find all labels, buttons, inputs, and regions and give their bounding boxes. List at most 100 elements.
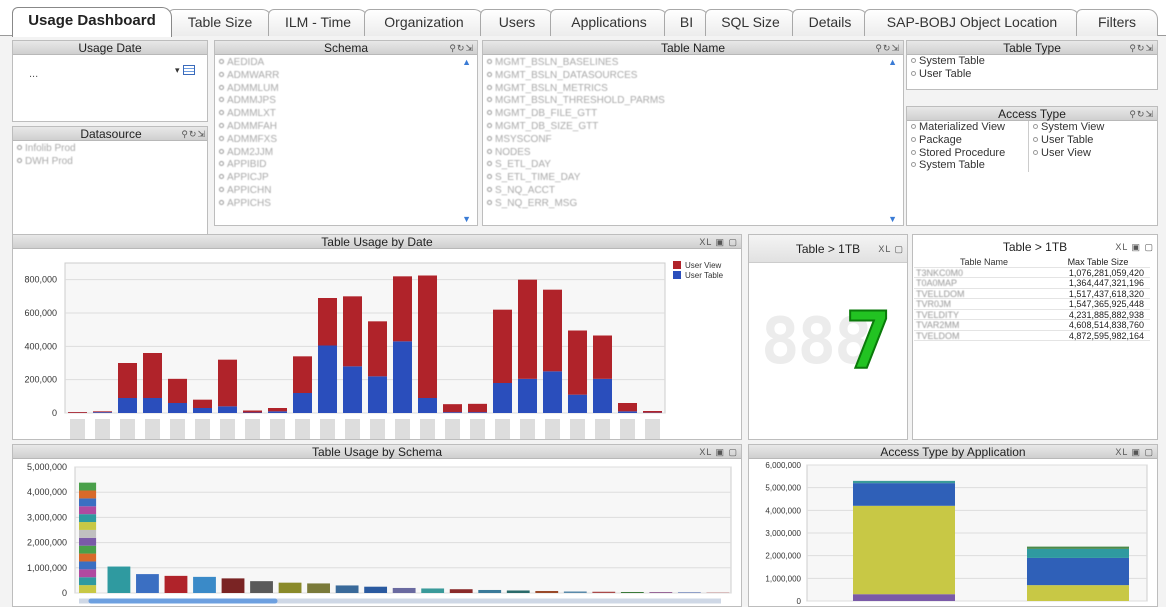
bar-segment[interactable]: [620, 591, 644, 593]
bar-segment[interactable]: [118, 398, 137, 413]
list-item[interactable]: Infolib Prod: [13, 143, 207, 156]
bar-segment[interactable]: [79, 545, 97, 554]
list-item[interactable]: ADMMJPS: [215, 95, 477, 108]
list-item[interactable]: MGMT_BSLN_METRICS: [483, 83, 903, 96]
bar-segment[interactable]: [392, 587, 416, 593]
tab-table-size[interactable]: Table Size: [168, 9, 272, 36]
usage-by-date-chart-box[interactable]: Table Usage by Date XL ▣ ▢ 0 200,000 400,00…: [12, 234, 742, 440]
list-item[interactable]: Materialized View: [907, 121, 1028, 134]
caption-tools-icon[interactable]: ⚲↻⇲: [181, 127, 206, 141]
list-item[interactable]: User Table: [1029, 134, 1157, 147]
bar-segment[interactable]: [250, 581, 273, 593]
bar-segment[interactable]: [853, 483, 955, 506]
list-item[interactable]: ADMWARR: [215, 70, 477, 83]
tab-ilm-time[interactable]: ILM - Time: [268, 9, 368, 36]
bar-segment[interactable]: [468, 403, 487, 413]
caption-tools-icon[interactable]: ⚲↻⇲: [875, 41, 900, 55]
bar-segment[interactable]: [164, 575, 188, 593]
tab-applications[interactable]: Applications: [550, 9, 668, 36]
bar-segment[interactable]: [443, 404, 462, 413]
caption-tools-icon[interactable]: ⚲↻⇲: [449, 41, 474, 55]
tab-organization[interactable]: Organization: [364, 9, 484, 36]
bar-segment[interactable]: [79, 577, 97, 586]
scroll-down-icon[interactable]: ▼: [888, 214, 897, 224]
bar-segment[interactable]: [218, 359, 237, 407]
bar-segment[interactable]: [368, 376, 387, 413]
usage-by-schema-chart-box[interactable]: Table Usage by Schema XL ▣ ▢ 0 1,000,000 2,…: [12, 444, 742, 607]
bar-segment[interactable]: [393, 341, 412, 413]
export-icons[interactable]: XL ▣ ▢: [1115, 445, 1154, 459]
tab-sql-size[interactable]: SQL Size: [705, 9, 796, 36]
list-item[interactable]: MGMT_DB_SIZE_GTT: [483, 121, 903, 134]
bar-segment[interactable]: [1027, 546, 1129, 549]
bar-segment[interactable]: [93, 411, 112, 413]
bar-segment[interactable]: [468, 412, 487, 413]
list-item[interactable]: ADMMLXT: [215, 108, 477, 121]
bar-segment[interactable]: [79, 522, 97, 530]
list-item[interactable]: ADM2JJM: [215, 147, 477, 160]
table-type-listbox[interactable]: Table Type ⚲↻⇲ System Table User Table: [906, 40, 1158, 90]
bar-segment[interactable]: [79, 498, 97, 507]
list-item[interactable]: System Table: [907, 55, 1157, 68]
bar-segment[interactable]: [136, 574, 159, 593]
bar-segment[interactable]: [79, 585, 97, 593]
list-item[interactable]: APPICHS: [215, 198, 477, 211]
caption-tools-icon[interactable]: ⚲↻⇲: [1129, 41, 1154, 55]
list-item[interactable]: DWH Prod: [13, 156, 207, 169]
bar-segment[interactable]: [418, 398, 437, 413]
tab-details[interactable]: Details: [792, 9, 868, 36]
list-item[interactable]: S_ETL_TIME_DAY: [483, 172, 903, 185]
bar-segment[interactable]: [418, 275, 437, 399]
bar-segment[interactable]: [79, 482, 97, 491]
list-item[interactable]: APPIBID: [215, 159, 477, 172]
list-item[interactable]: S_NQ_ACCT: [483, 185, 903, 198]
bar-segment[interactable]: [293, 393, 312, 413]
bar-segment[interactable]: [268, 408, 287, 412]
bar-segment[interactable]: [535, 590, 559, 593]
bar-segment[interactable]: [853, 480, 955, 484]
bar-segment[interactable]: [568, 330, 587, 395]
bar-segment[interactable]: [79, 529, 97, 538]
list-item[interactable]: System View: [1029, 121, 1157, 134]
table-name-listbox[interactable]: Table Name ⚲↻⇲ MGMT_BSLN_BASELINES MGMT_BS…: [482, 40, 904, 226]
list-item[interactable]: MGMT_DB_FILE_GTT: [483, 108, 903, 121]
calendar-icon[interactable]: [183, 65, 195, 75]
scroll-up-icon[interactable]: ▲: [888, 57, 897, 67]
bar-segment[interactable]: [79, 490, 97, 499]
list-item[interactable]: MGMT_BSLN_DATASOURCES: [483, 70, 903, 83]
bar-segment[interactable]: [335, 585, 359, 593]
bar-segment[interactable]: [493, 309, 512, 383]
bar-segment[interactable]: [1027, 548, 1129, 558]
list-item[interactable]: MGMT_BSLN_BASELINES: [483, 57, 903, 70]
bar-segment[interactable]: [618, 403, 637, 412]
access-type-listbox[interactable]: Access Type ⚲↻⇲ Materialized View Package S…: [906, 106, 1158, 226]
bar-segment[interactable]: [364, 586, 388, 593]
bar-segment[interactable]: [593, 378, 612, 413]
bar-segment[interactable]: [1027, 585, 1129, 601]
export-icons[interactable]: XL ▢: [878, 235, 904, 263]
bar-segment[interactable]: [79, 537, 97, 546]
list-item[interactable]: System Table: [907, 159, 1028, 172]
list-item[interactable]: ADMMFXS: [215, 134, 477, 147]
bar-segment[interactable]: [243, 412, 262, 414]
bar-segment[interactable]: [307, 583, 330, 593]
bar-segment[interactable]: [563, 591, 587, 593]
list-item[interactable]: MGMT_BSLN_THRESHOLD_PARMS: [483, 95, 903, 108]
bar-segment[interactable]: [449, 589, 473, 593]
scroll-up-icon[interactable]: ▲: [462, 57, 471, 67]
bar-segment[interactable]: [193, 576, 216, 593]
bar-segment[interactable]: [168, 403, 187, 413]
list-item[interactable]: MSYSCONF: [483, 134, 903, 147]
list-item[interactable]: Stored Procedure: [907, 147, 1028, 160]
list-item[interactable]: ADMMLUM: [215, 83, 477, 96]
export-icons[interactable]: XL ▣ ▢: [699, 445, 738, 459]
bar-segment[interactable]: [221, 578, 245, 593]
bar-segment[interactable]: [421, 588, 445, 593]
bar-segment[interactable]: [568, 394, 587, 413]
bar-segment[interactable]: [243, 410, 262, 413]
bar-segment[interactable]: [79, 569, 97, 578]
bar-segment[interactable]: [79, 553, 97, 562]
list-item[interactable]: S_ETL_DAY: [483, 159, 903, 172]
bar-segment[interactable]: [853, 505, 955, 595]
tab-sap-bobj-object-location[interactable]: SAP-BOBJ Object Location: [864, 9, 1080, 36]
